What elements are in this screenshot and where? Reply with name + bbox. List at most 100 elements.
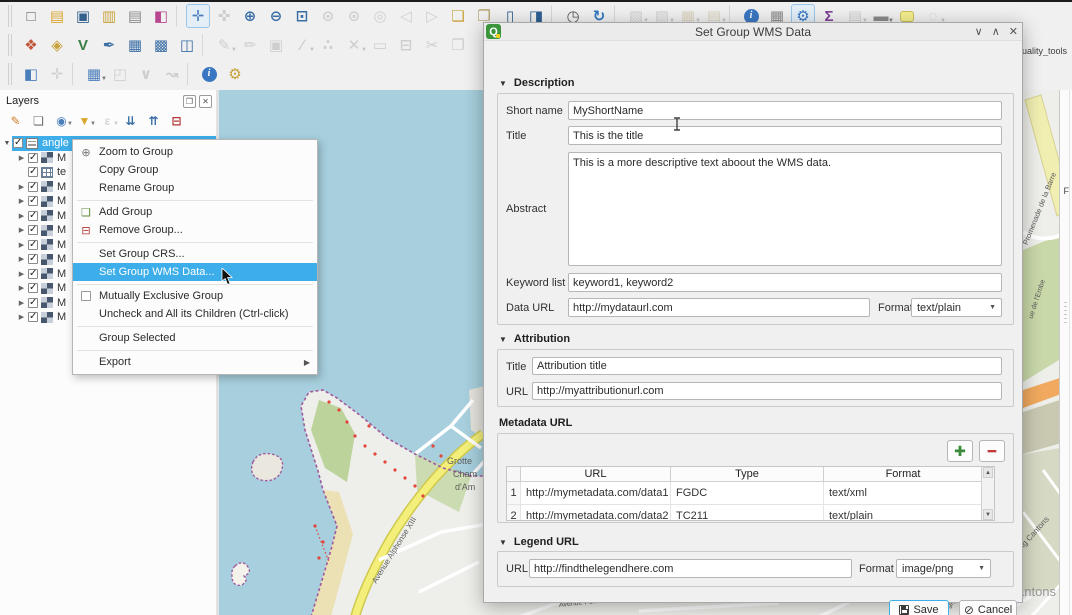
manage-map-themes-icon[interactable]: ◉▼ xyxy=(51,111,72,131)
reshape-features-icon[interactable]: ↝ xyxy=(160,62,184,86)
layer-checkbox[interactable] xyxy=(28,283,38,293)
scroll-down-icon[interactable]: ▼ xyxy=(983,509,993,520)
expander-right-icon[interactable]: ▶ xyxy=(16,241,27,249)
menu-item-zoom-to-group[interactable]: ⊕Zoom to Group xyxy=(73,143,317,161)
dialog-unshade-icon[interactable]: ∧ xyxy=(992,27,1000,38)
menu-item-remove-group[interactable]: ⊟Remove Group... xyxy=(73,221,317,239)
expander-right-icon[interactable]: ▶ xyxy=(16,183,27,191)
dialog-shade-icon[interactable]: ∨ xyxy=(975,27,983,38)
menu-checkbox[interactable] xyxy=(81,291,91,301)
menu-item-set-group-crs[interactable]: Set Group CRS... xyxy=(73,245,317,263)
zoom-last-icon[interactable]: ◁ xyxy=(394,4,418,28)
menu-item-rename-group[interactable]: Rename Group xyxy=(73,179,317,197)
expander-right-icon[interactable]: ▶ xyxy=(16,212,27,220)
metadata-cell[interactable]: FGDC xyxy=(671,482,824,504)
menu-item-add-group[interactable]: ❏Add Group xyxy=(73,203,317,221)
zoom-to-layer-icon[interactable]: ⊙ xyxy=(342,4,366,28)
remove-metadata-row-button[interactable]: ━ xyxy=(979,440,1005,462)
add-virtual-layer-icon[interactable]: ◫ xyxy=(175,33,199,57)
section-description[interactable]: ▼ Description xyxy=(499,77,574,89)
metadata-table-scrollbar[interactable]: ▲ ▼ xyxy=(981,467,994,520)
title-input[interactable] xyxy=(568,126,1002,145)
attribution-url-input[interactable] xyxy=(532,382,1002,400)
pan-to-selection-icon[interactable]: ✜ xyxy=(212,4,236,28)
expander-right-icon[interactable]: ▶ xyxy=(16,255,27,263)
add-metadata-row-button[interactable]: ✚ xyxy=(947,440,973,462)
save-project-icon[interactable]: ▣ xyxy=(71,4,95,28)
data-url-format-combo[interactable]: text/plain ▼ xyxy=(911,298,1002,317)
scroll-up-icon[interactable]: ▲ xyxy=(983,467,993,478)
column-header-type[interactable]: Type xyxy=(671,467,824,481)
new-bookmark-icon[interactable]: ❏ xyxy=(446,4,470,28)
right-dock-edge[interactable]: F xyxy=(1059,90,1072,615)
project-properties-icon[interactable]: ▤ xyxy=(123,4,147,28)
save-layer-edits-icon[interactable]: ▣ xyxy=(264,33,288,57)
metadata-table-row[interactable]: 2http://mymetadata.com/data2TC211text/pl… xyxy=(507,505,994,521)
expander-right-icon[interactable]: ▶ xyxy=(16,313,27,321)
expand-all-icon[interactable]: ⇊ xyxy=(120,111,141,131)
close-panel-icon[interactable]: ✕ xyxy=(199,95,212,108)
cut-features-icon[interactable]: ✂ xyxy=(420,33,444,57)
attribution-title-input[interactable] xyxy=(532,357,1002,375)
toolbar-drag-handle[interactable] xyxy=(8,5,14,27)
new-project-icon[interactable]: □ xyxy=(19,4,43,28)
layer-checkbox[interactable] xyxy=(28,254,38,264)
menu-item-group-selected[interactable]: Group Selected xyxy=(73,329,317,347)
expander-right-icon[interactable]: ▶ xyxy=(16,197,27,205)
column-header-format[interactable]: Format xyxy=(824,467,983,481)
menu-item-export[interactable]: Export▶ xyxy=(73,353,317,371)
layer-checkbox[interactable] xyxy=(28,211,38,221)
toggle-editing-icon[interactable]: ✏ xyxy=(238,33,262,57)
current-edits-icon[interactable]: ✎▼ xyxy=(212,33,236,57)
dock-splitter-grip[interactable] xyxy=(1064,302,1067,324)
data-url-input[interactable] xyxy=(568,298,870,317)
remove-layer-group-icon[interactable]: ⊟ xyxy=(166,111,187,131)
pan-map-icon[interactable]: ✛ xyxy=(186,4,210,28)
metadata-table-row[interactable]: 1http://mymetadata.com/data1FGDCtext/xml xyxy=(507,482,994,505)
filter-by-expression-icon[interactable]: ε▼ xyxy=(97,111,118,131)
add-ring-icon[interactable]: ◰ xyxy=(108,62,132,86)
menu-item-copy-group[interactable]: Copy Group xyxy=(73,161,317,179)
layer-checkbox[interactable] xyxy=(28,298,38,308)
layer-checkbox[interactable] xyxy=(13,138,23,148)
zoom-next-icon[interactable]: ▷ xyxy=(420,4,444,28)
metadata-cell[interactable]: http://mymetadata.com/data2 xyxy=(521,505,671,521)
new-print-layout-icon[interactable]: ▥ xyxy=(97,4,121,28)
zoom-to-selection-icon[interactable]: ⊙ xyxy=(316,4,340,28)
zoom-in-icon[interactable]: ⊕ xyxy=(238,4,262,28)
change-label-icon[interactable]: ✛ xyxy=(45,62,69,86)
filter-legend-icon[interactable]: ▼▼ xyxy=(74,111,95,131)
layer-checkbox[interactable] xyxy=(28,196,38,206)
dialog-titlebar[interactable]: Q Set Group WMS Data ∨ ∧ ✕ xyxy=(484,23,1022,41)
expander-right-icon[interactable]: ▶ xyxy=(16,226,27,234)
menu-item-uncheck-and-all-its-children-ctrl-click[interactable]: Uncheck and All its Children (Ctrl-click… xyxy=(73,305,317,323)
metadata-cell[interactable]: text/plain xyxy=(824,505,983,521)
zoom-full-icon[interactable]: ⊡ xyxy=(290,4,314,28)
zoom-native-icon[interactable]: ◎ xyxy=(368,4,392,28)
expander-right-icon[interactable]: ▶ xyxy=(16,154,27,162)
collapse-all-icon[interactable]: ⇈ xyxy=(143,111,164,131)
zoom-out-icon[interactable]: ⊖ xyxy=(264,4,288,28)
plugin-info-icon[interactable]: i xyxy=(197,62,221,86)
save-button[interactable]: Save xyxy=(889,600,949,615)
move-label-icon[interactable]: ◧ xyxy=(19,62,43,86)
menu-item-mutually-exclusive-group[interactable]: Mutually Exclusive Group xyxy=(73,287,317,305)
add-part-icon[interactable]: ∨ xyxy=(134,62,158,86)
delete-selected-icon[interactable]: ⊟ xyxy=(394,33,418,57)
plugin-settings-wrench-icon[interactable]: ⚙ xyxy=(223,62,247,86)
section-legend-url[interactable]: ▼ Legend URL xyxy=(499,536,579,548)
layer-grid-tool-icon[interactable]: ▦▼ xyxy=(82,62,106,86)
expander-right-icon[interactable]: ▶ xyxy=(16,299,27,307)
layer-checkbox[interactable] xyxy=(28,240,38,250)
expander-right-icon[interactable]: ▶ xyxy=(16,284,27,292)
float-panel-icon[interactable]: ❐ xyxy=(183,95,196,108)
metadata-cell[interactable]: TC211 xyxy=(671,505,824,521)
abstract-textarea[interactable]: This is a more descriptive text aboout t… xyxy=(568,152,1002,266)
layer-checkbox[interactable] xyxy=(28,153,38,163)
add-wms-layer-icon[interactable]: ◈ xyxy=(45,33,69,57)
vertex-tool-icon[interactable]: ✕▼ xyxy=(342,33,366,57)
dialog-close-icon[interactable]: ✕ xyxy=(1009,27,1018,38)
add-mesh-layer-icon[interactable]: ▦ xyxy=(123,33,147,57)
add-raster-layer-icon[interactable]: ▩ xyxy=(149,33,173,57)
section-attribution[interactable]: ▼ Attribution xyxy=(499,333,570,345)
